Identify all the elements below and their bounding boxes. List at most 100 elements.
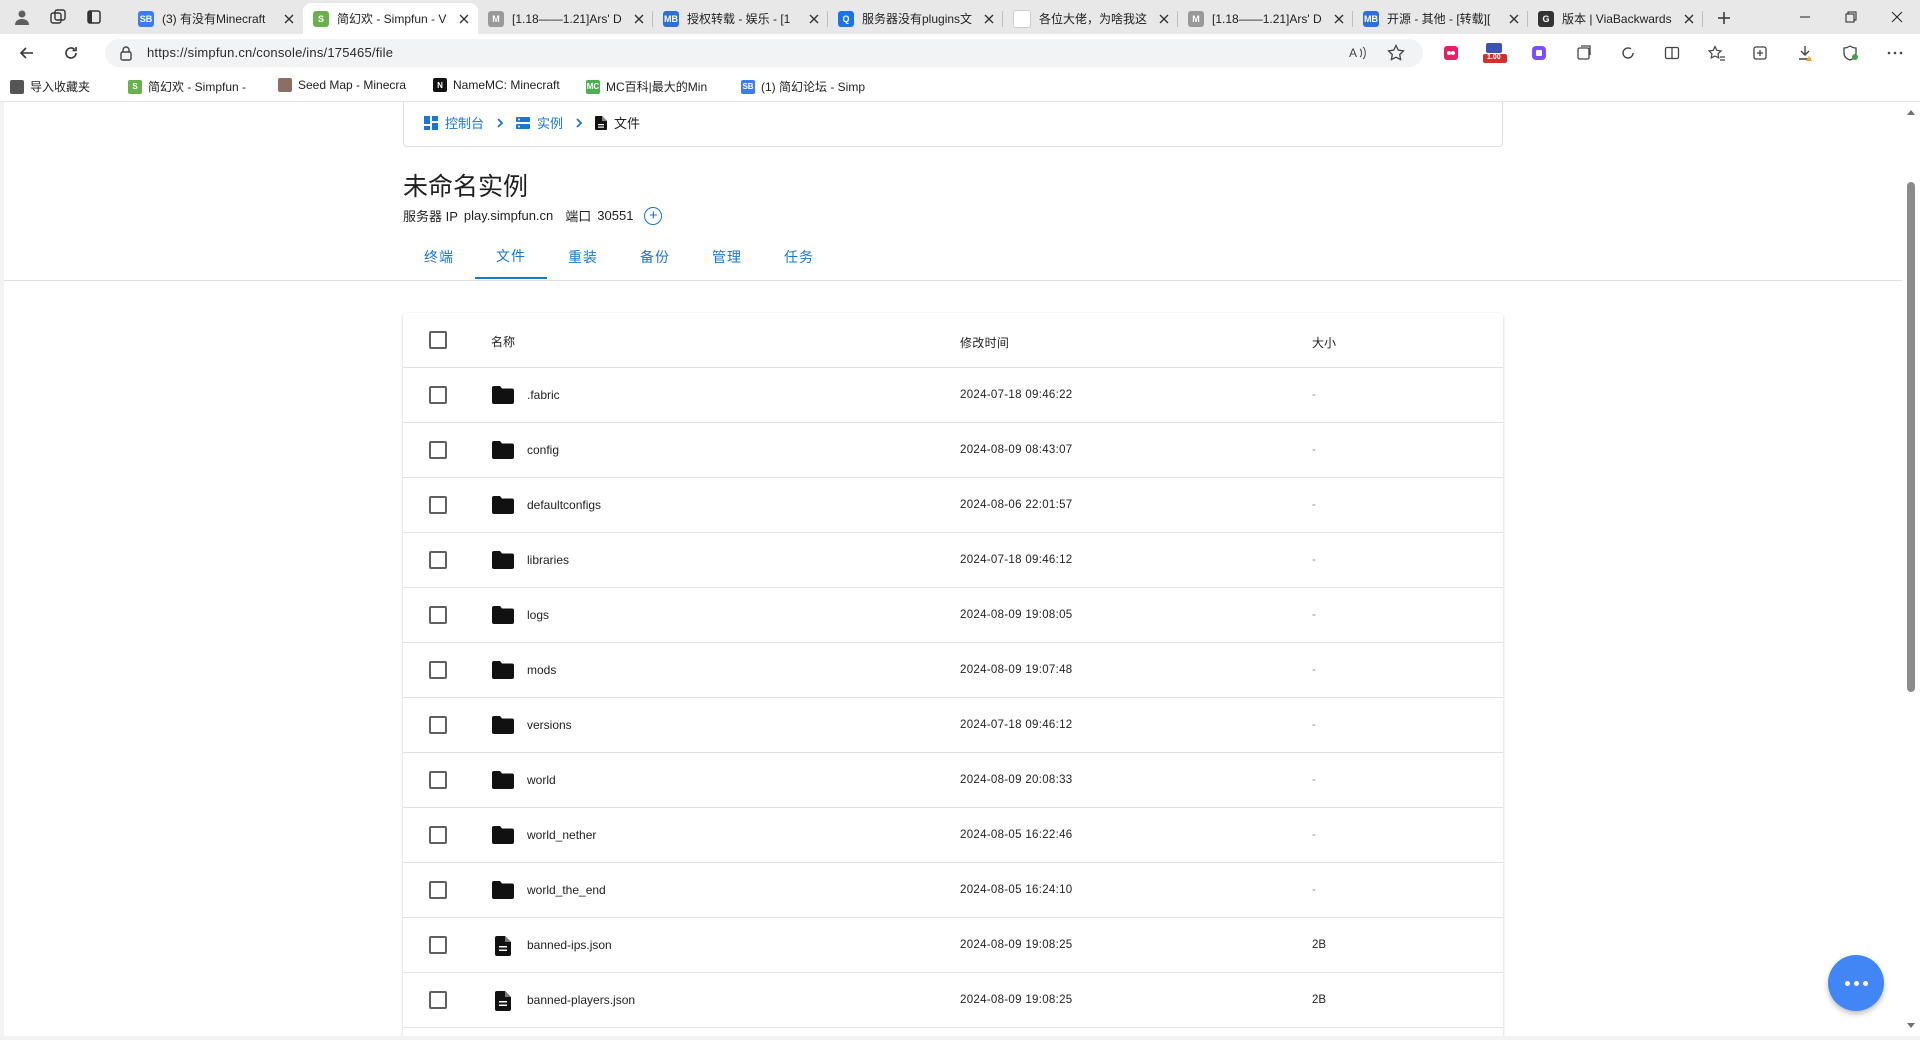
browser-tab[interactable]: G 版本 | ViaBackwards xyxy=(1528,3,1703,34)
file-name[interactable]: .fabric xyxy=(527,388,560,402)
file-name[interactable]: world_nether xyxy=(527,828,596,842)
download-progress-extension-icon[interactable]: 1.00 xyxy=(1481,43,1509,63)
file-name[interactable]: versions xyxy=(527,718,572,732)
instance-tab[interactable]: 任务 xyxy=(763,235,835,279)
minimize-button[interactable] xyxy=(1782,0,1828,34)
instance-tab[interactable]: 管理 xyxy=(691,235,763,279)
split-screen-icon[interactable] xyxy=(1661,43,1683,63)
row-checkbox[interactable] xyxy=(429,881,447,899)
row-checkbox[interactable] xyxy=(429,441,447,459)
file-name[interactable]: banned-players.json xyxy=(527,993,635,1007)
bookmark-item[interactable]: Seed Map - Minecra xyxy=(278,78,406,92)
tab-close-icon[interactable] xyxy=(281,11,297,27)
file-name[interactable]: world_the_end xyxy=(527,883,606,897)
instance-tab[interactable]: 终端 xyxy=(403,235,475,279)
downloads-icon[interactable] xyxy=(1795,43,1817,63)
browser-tab[interactable]: M [1.18——1.21]Ars' D xyxy=(1178,3,1353,34)
scroll-down-arrow-icon[interactable] xyxy=(1907,1023,1915,1028)
select-all-checkbox[interactable] xyxy=(429,331,447,349)
tab-close-icon[interactable] xyxy=(1506,11,1522,27)
extension-copilot-icon[interactable] xyxy=(1528,43,1550,63)
browser-tab[interactable]: MB 授权转载 - 娱乐 - [1 xyxy=(653,3,828,34)
file-name[interactable]: banned-ips.json xyxy=(527,938,612,952)
tab-close-icon[interactable] xyxy=(456,11,472,27)
read-aloud-icon[interactable]: A xyxy=(1348,44,1368,62)
table-row[interactable]: versions 2024-07-18 09:46:12 - xyxy=(403,698,1503,753)
browser-essentials-icon[interactable] xyxy=(1750,43,1772,63)
favorites-icon[interactable] xyxy=(1706,43,1728,63)
bookmark-item[interactable]: MC MC百科|最大的Min xyxy=(586,78,707,95)
scroll-up-arrow-icon[interactable] xyxy=(1907,110,1915,115)
bookmark-item[interactable]: N NameMC: Minecraft xyxy=(433,78,560,92)
row-checkbox[interactable] xyxy=(429,551,447,569)
row-checkbox[interactable] xyxy=(429,826,447,844)
bookmark-item[interactable]: SB (1) 简幻论坛 - Simp xyxy=(741,78,865,95)
instance-tab[interactable]: 文件 xyxy=(475,235,547,279)
url-text[interactable]: https://simpfun.cn/console/ins/175465/fi… xyxy=(147,45,393,60)
tab-close-icon[interactable] xyxy=(1331,11,1347,27)
favorite-star-icon[interactable] xyxy=(1386,44,1406,62)
add-port-button[interactable]: + xyxy=(644,206,663,225)
tab-close-icon[interactable] xyxy=(806,11,822,27)
table-row[interactable]: mods 2024-08-09 19:07:48 - xyxy=(403,643,1503,698)
header-size[interactable]: 大小 xyxy=(1312,334,1336,351)
table-row[interactable]: defaultconfigs 2024-08-06 22:01:57 - xyxy=(403,478,1503,533)
more-options-icon[interactable] xyxy=(1884,43,1906,63)
row-checkbox[interactable] xyxy=(429,936,447,954)
table-row[interactable]: logs 2024-08-09 19:08:05 - xyxy=(403,588,1503,643)
table-row[interactable]: world 2024-08-09 20:08:33 - xyxy=(403,753,1503,808)
close-window-button[interactable] xyxy=(1874,0,1920,34)
workspaces-icon[interactable] xyxy=(42,4,74,30)
profile-icon[interactable] xyxy=(6,4,38,30)
address-bar[interactable]: https://simpfun.cn/console/ins/175465/fi… xyxy=(105,39,1423,67)
row-checkbox[interactable] xyxy=(429,496,447,514)
row-checkbox[interactable] xyxy=(429,661,447,679)
more-actions-fab[interactable] xyxy=(1828,955,1884,1011)
browser-tab[interactable]: M [1.18——1.21]Ars' D xyxy=(478,3,653,34)
browser-tab[interactable]: SB (3) 有没有Minecraft xyxy=(128,3,303,34)
file-name[interactable]: config xyxy=(527,443,559,457)
table-row[interactable]: config 2024-08-09 08:43:07 - xyxy=(403,423,1503,478)
table-row[interactable]: banned-players.json 2024-08-09 19:08:25 2B xyxy=(403,973,1503,1028)
file-name[interactable]: defaultconfigs xyxy=(527,498,601,512)
sync-icon[interactable] xyxy=(1617,43,1639,63)
browser-tab[interactable]: Q 服务器没有plugins文 xyxy=(828,3,1003,34)
performance-icon[interactable] xyxy=(1840,43,1862,63)
table-row[interactable]: world_the_end 2024-08-05 16:24:10 - xyxy=(403,863,1503,918)
breadcrumb-console[interactable]: 控制台 xyxy=(424,113,484,132)
extension-pink-icon[interactable] xyxy=(1440,43,1462,63)
scrollbar-thumb[interactable] xyxy=(1907,182,1915,692)
table-row[interactable]: libraries 2024-07-18 09:46:12 - xyxy=(403,533,1503,588)
instance-tab[interactable]: 备份 xyxy=(619,235,691,279)
row-checkbox[interactable] xyxy=(429,716,447,734)
file-name[interactable]: libraries xyxy=(527,553,569,567)
row-checkbox[interactable] xyxy=(429,991,447,1009)
header-modified[interactable]: 修改时间 xyxy=(960,334,1009,351)
collections-icon[interactable] xyxy=(1573,43,1595,63)
browser-tab[interactable]: S 简幻欢 - Simpfun - V xyxy=(303,3,478,34)
bookmark-item[interactable]: S 简幻欢 - Simpfun - xyxy=(128,78,246,95)
table-row[interactable]: world_nether 2024-08-05 16:22:46 - xyxy=(403,808,1503,863)
new-tab-button[interactable] xyxy=(1710,6,1738,30)
tab-close-icon[interactable] xyxy=(1156,11,1172,27)
table-row[interactable]: banned-ips.json 2024-08-09 19:08:25 2B xyxy=(403,918,1503,973)
row-checkbox[interactable] xyxy=(429,771,447,789)
tab-close-icon[interactable] xyxy=(1681,11,1697,27)
file-name[interactable]: world xyxy=(527,773,556,787)
lock-icon[interactable] xyxy=(119,45,133,61)
tab-close-icon[interactable] xyxy=(631,11,647,27)
row-checkbox[interactable] xyxy=(429,386,447,404)
browser-tab[interactable]: 各位大佬，为啥我这 xyxy=(1003,3,1178,34)
browser-tab[interactable]: MB 开源 - 其他 - [转载][ xyxy=(1353,3,1528,34)
bookmark-item[interactable]: 导入收藏夹 xyxy=(10,78,90,95)
file-name[interactable]: mods xyxy=(527,663,556,677)
tab-close-icon[interactable] xyxy=(981,11,997,27)
row-checkbox[interactable] xyxy=(429,606,447,624)
breadcrumb-instance[interactable]: 实例 xyxy=(516,113,563,132)
header-name[interactable]: 名称 xyxy=(491,333,515,350)
file-name[interactable]: logs xyxy=(527,608,549,622)
instance-tab[interactable]: 重装 xyxy=(547,235,619,279)
tab-actions-icon[interactable] xyxy=(78,4,110,30)
restore-button[interactable] xyxy=(1828,0,1874,34)
back-button[interactable] xyxy=(12,39,42,67)
